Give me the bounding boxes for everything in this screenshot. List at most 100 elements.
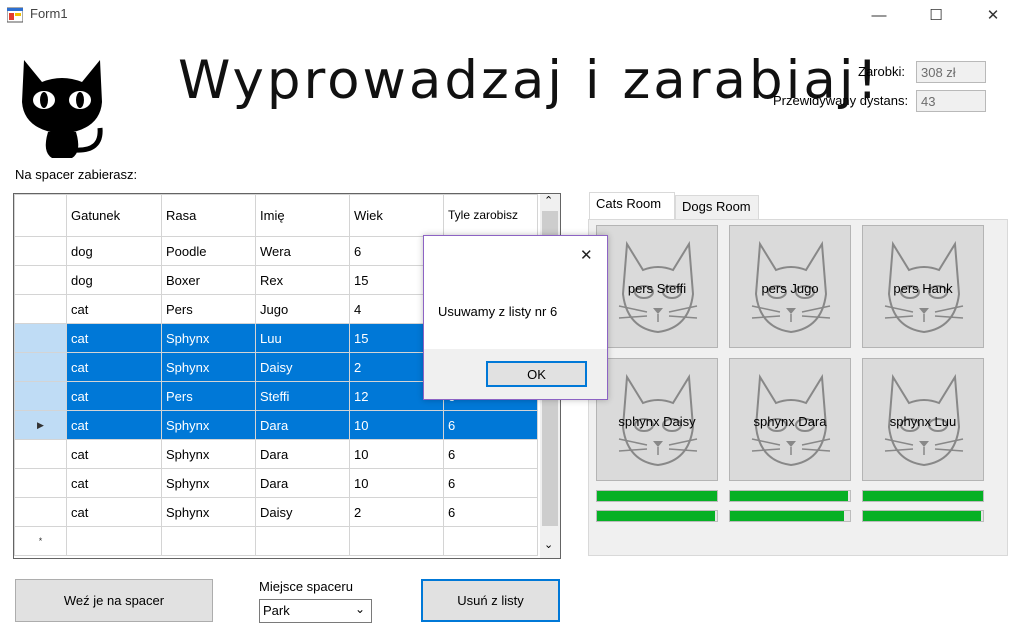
close-button[interactable]: ✕	[970, 0, 1016, 30]
table-cell[interactable]: cat	[66, 497, 162, 527]
progress-bar	[862, 490, 984, 502]
scroll-up-icon[interactable]: ⌃	[544, 194, 553, 207]
row-header[interactable]	[14, 497, 67, 527]
table-row[interactable]: ▶ cat Sphynx Dara 10 6	[14, 410, 538, 440]
row-header[interactable]	[14, 352, 67, 382]
row-header[interactable]: ▶	[14, 410, 67, 440]
table-cell[interactable]: 10	[349, 410, 444, 440]
tab-dogs-room[interactable]: Dogs Room	[675, 195, 759, 219]
row-header[interactable]	[14, 323, 67, 353]
row-header[interactable]	[14, 439, 67, 469]
row-header[interactable]	[14, 468, 67, 498]
new-row[interactable]: *	[14, 526, 538, 556]
table-cell[interactable]: 6	[443, 410, 538, 440]
cat-card[interactable]: pers Jugo	[729, 225, 851, 348]
table-cell[interactable]: Poodle	[161, 236, 256, 266]
table-cell[interactable]: Jugo	[255, 294, 350, 324]
table-cell[interactable]: Sphynx	[161, 352, 256, 382]
table-cell[interactable]: Pers	[161, 381, 256, 411]
place-combobox[interactable]: Park ⌄	[259, 599, 372, 623]
table-cell[interactable]: Steffi	[255, 381, 350, 411]
cat-label: pers Jugo	[761, 281, 819, 296]
black-cat-icon	[22, 60, 103, 158]
minimize-button[interactable]: —	[856, 0, 902, 30]
place-value: Park	[263, 603, 290, 618]
row-header[interactable]	[14, 381, 67, 411]
new-row-marker[interactable]: *	[14, 526, 67, 556]
column-header[interactable]: Imię	[255, 194, 350, 237]
table-cell[interactable]: dog	[66, 265, 162, 295]
distance-field[interactable]: 43	[916, 90, 986, 112]
table-cell[interactable]: Boxer	[161, 265, 256, 295]
table-cell[interactable]: 6	[443, 439, 538, 469]
table-cell[interactable]	[255, 526, 350, 556]
table-cell[interactable]: Sphynx	[161, 410, 256, 440]
table-cell[interactable]: Sphynx	[161, 497, 256, 527]
table-cell[interactable]: Daisy	[255, 352, 350, 382]
cat-card[interactable]: sphynx Dara	[729, 358, 851, 481]
table-cell[interactable]: Sphynx	[161, 439, 256, 469]
table-cell[interactable]	[161, 526, 256, 556]
remove-button[interactable]: Usuń z listy	[421, 579, 560, 622]
title-bar: Form1 — ☐ ✕	[0, 0, 1021, 30]
table-cell[interactable]	[349, 526, 444, 556]
table-cell[interactable]: cat	[66, 381, 162, 411]
table-cell[interactable]: Sphynx	[161, 468, 256, 498]
table-cell[interactable]	[66, 526, 162, 556]
table-cell[interactable]: cat	[66, 352, 162, 382]
cat-label: sphynx Dara	[753, 414, 827, 429]
table-cell[interactable]: Dara	[255, 410, 350, 440]
cat-card[interactable]: sphynx Luu	[862, 358, 984, 481]
column-header[interactable]: Gatunek	[66, 194, 162, 237]
row-header[interactable]	[14, 294, 67, 324]
column-header[interactable]: Wiek	[349, 194, 444, 237]
column-header[interactable]: Tyle zarobisz	[443, 194, 538, 237]
table-cell[interactable]: Wera	[255, 236, 350, 266]
cat-label: pers Steffi	[627, 281, 687, 296]
row-header[interactable]	[14, 265, 67, 295]
table-cell[interactable]: cat	[66, 323, 162, 353]
table-row[interactable]: cat Sphynx Dara 10 6	[14, 439, 538, 469]
progress-fill	[730, 511, 844, 521]
table-cell[interactable]: Dara	[255, 439, 350, 469]
table-cell[interactable]: dog	[66, 236, 162, 266]
dialog-footer: OK	[424, 349, 607, 399]
progress-fill	[863, 511, 981, 521]
table-cell[interactable]: 10	[349, 468, 444, 498]
column-header[interactable]: Rasa	[161, 194, 256, 237]
table-cell[interactable]: 6	[443, 468, 538, 498]
table-cell[interactable]: cat	[66, 439, 162, 469]
table-cell[interactable]: Sphynx	[161, 323, 256, 353]
window-title: Form1	[30, 6, 68, 21]
cat-card[interactable]: pers Steffi	[596, 225, 718, 348]
table-cell[interactable]: Pers	[161, 294, 256, 324]
cat-label: pers Hank	[893, 281, 953, 296]
tab-cats-room[interactable]: Cats Room	[589, 192, 675, 220]
table-cell[interactable]: Rex	[255, 265, 350, 295]
table-cell[interactable]: 2	[349, 497, 444, 527]
table-cell[interactable]: cat	[66, 468, 162, 498]
row-header[interactable]	[14, 236, 67, 266]
table-row[interactable]: cat Sphynx Daisy 2 6	[14, 497, 538, 527]
table-cell[interactable]: 10	[349, 439, 444, 469]
scroll-down-icon[interactable]: ⌄	[544, 538, 553, 551]
table-cell[interactable]: Daisy	[255, 497, 350, 527]
table-cell[interactable]: 6	[443, 497, 538, 527]
table-cell[interactable]	[443, 526, 538, 556]
cat-card[interactable]: sphynx Daisy	[596, 358, 718, 481]
table-cell[interactable]: Dara	[255, 468, 350, 498]
table-row[interactable]: cat Sphynx Dara 10 6	[14, 468, 538, 498]
earnings-label: Zarobki:	[858, 64, 905, 79]
cat-card[interactable]: pers Hank	[862, 225, 984, 348]
progress-bar	[596, 490, 718, 502]
walk-button[interactable]: Weź je na spacer	[15, 579, 213, 622]
chevron-down-icon[interactable]: ⌄	[355, 602, 365, 616]
grid-caption: Na spacer zabierasz:	[15, 167, 138, 182]
ok-button[interactable]: OK	[486, 361, 587, 387]
table-cell[interactable]: cat	[66, 410, 162, 440]
maximize-button[interactable]: ☐	[913, 0, 959, 30]
table-cell[interactable]: Luu	[255, 323, 350, 353]
table-cell[interactable]: cat	[66, 294, 162, 324]
earnings-field[interactable]: 308 zł	[916, 61, 986, 83]
dialog-close-icon[interactable]: ✕	[580, 246, 593, 264]
